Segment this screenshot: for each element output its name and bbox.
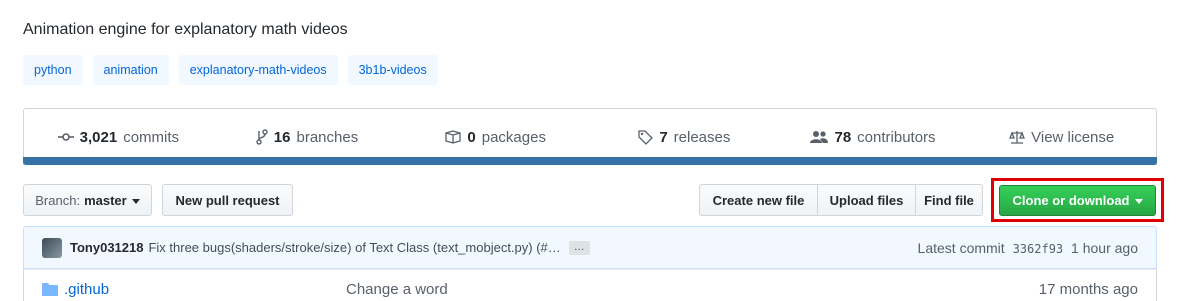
folder-icon <box>42 282 58 296</box>
expand-message-button[interactable]: … <box>568 240 590 255</box>
file-actions: Create new file Upload files Find file <box>699 184 983 216</box>
avatar[interactable] <box>42 237 62 258</box>
branches-label: branches <box>296 128 359 146</box>
clone-label: Clone or download <box>1012 193 1130 208</box>
commits-label: commits <box>123 128 180 146</box>
commit-sha[interactable]: 3362f93 <box>1013 242 1064 256</box>
topic-tag[interactable]: 3b1b-videos <box>347 55 438 85</box>
releases-count: 7 <box>659 128 668 146</box>
commit-age: 1 hour ago <box>1071 239 1138 256</box>
branches-count: 16 <box>273 128 291 146</box>
commit-author[interactable]: Tony031218 <box>70 240 143 255</box>
people-icon <box>810 131 829 143</box>
branch-prefix: Branch: <box>35 192 81 208</box>
clone-or-download-button[interactable]: Clone or download <box>999 185 1156 216</box>
file-age: 17 months ago <box>1038 280 1138 298</box>
contributors-label: contributors <box>857 128 936 146</box>
branch-icon <box>256 129 268 145</box>
law-icon <box>1009 130 1026 144</box>
new-pull-request-button[interactable]: New pull request <box>162 184 293 216</box>
latest-commit-info: Latest commit 3362f93 1 hour ago <box>918 240 1138 256</box>
tag-icon <box>638 129 654 145</box>
file-name[interactable]: .github <box>64 281 346 298</box>
file-row: .github Change a word 17 months ago <box>23 269 1157 301</box>
caret-down-icon <box>1134 199 1143 204</box>
topic-tag[interactable]: animation <box>92 55 169 85</box>
branch-select-button[interactable]: Branch: master <box>23 184 152 216</box>
contributors-count: 78 <box>834 128 852 146</box>
topic-list: python animation explanatory-math-videos… <box>23 55 438 85</box>
packages-count: 0 <box>467 128 476 146</box>
topic-tag[interactable]: explanatory-math-videos <box>178 55 338 85</box>
topic-tag[interactable]: python <box>23 55 83 85</box>
find-file-button[interactable]: Find file <box>915 184 983 216</box>
upload-files-button[interactable]: Upload files <box>817 184 916 216</box>
releases-label: releases <box>673 128 731 146</box>
repo-description: Animation engine for explanatory math vi… <box>23 21 348 38</box>
license-label: View license <box>1031 128 1115 146</box>
caret-down-icon <box>131 198 140 204</box>
branch-name: master <box>84 192 127 208</box>
commit-message[interactable]: Fix three bugs(shaders/stroke/size) of T… <box>148 240 560 255</box>
file-commit-message[interactable]: Change a word <box>346 281 448 298</box>
latest-commit-prefix: Latest commit <box>917 239 1005 256</box>
package-icon <box>445 130 462 144</box>
latest-commit-bar: Tony031218 Fix three bugs(shaders/stroke… <box>23 226 1157 269</box>
commits-count: 3,021 <box>79 128 118 146</box>
commit-icon <box>57 133 74 141</box>
create-new-file-button[interactable]: Create new file <box>699 184 818 216</box>
language-bar[interactable] <box>23 157 1157 165</box>
packages-label: packages <box>481 128 546 146</box>
